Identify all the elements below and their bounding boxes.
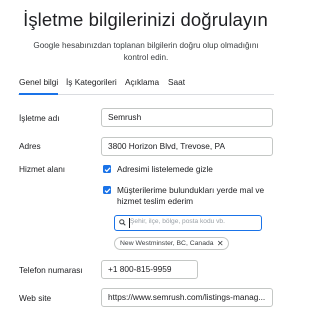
search-icon xyxy=(119,219,126,226)
page-subtitle: Google hesabınızdan toplanan bilgilerin … xyxy=(33,41,259,62)
tab-bar: Genel bilgi İş Kategorileri Açıklama Saa… xyxy=(18,76,274,95)
serve-customers-checkbox[interactable] xyxy=(103,186,111,194)
tab-general-info[interactable]: Genel bilgi xyxy=(19,77,59,95)
business-name-input[interactable]: Semrush xyxy=(101,108,273,127)
tab-business-categories[interactable]: İş Kategorileri xyxy=(66,77,117,93)
service-area-search-placeholder: Şehir, ilçe, bölge, posta kodu vb. xyxy=(130,218,225,225)
website-label: Web site xyxy=(19,293,52,303)
address-input[interactable]: 3800 Horizon Blvd, Trevose, PA xyxy=(101,137,273,156)
hide-address-checkbox[interactable] xyxy=(103,165,111,173)
service-area-search-input[interactable]: Şehir, ilçe, bölge, posta kodu vb. xyxy=(114,215,262,231)
phone-label: Telefon numarası xyxy=(19,265,83,275)
chip-remove-icon[interactable]: ✕ xyxy=(217,239,224,249)
website-input[interactable]: https://www.semrush.com/listings-manag..… xyxy=(101,288,273,307)
tab-description[interactable]: Açıklama xyxy=(125,77,159,93)
service-area-label: Hizmet alanı xyxy=(19,164,66,174)
serve-customers-label-line1: Müşterilerime bulundukları yerde mal ve xyxy=(117,185,265,195)
phone-input[interactable]: +1 800-815-9959 xyxy=(101,260,198,279)
hide-address-label: Adresimi listelemede gizle xyxy=(117,164,213,174)
business-name-label: İşletme adı xyxy=(19,113,60,123)
check-icon xyxy=(104,187,110,193)
address-label: Adres xyxy=(19,141,41,151)
service-area-chip-label: New Westminster, BC, Canada xyxy=(120,240,214,247)
tab-hours[interactable]: Saat xyxy=(168,77,185,93)
check-icon xyxy=(104,166,110,172)
serve-customers-label-line2: hizmet teslim ederim xyxy=(117,196,194,206)
service-area-chip: New Westminster, BC, Canada ✕ xyxy=(114,237,229,250)
page-title: İşletme bilgilerinizi doğrulayın xyxy=(23,9,268,30)
